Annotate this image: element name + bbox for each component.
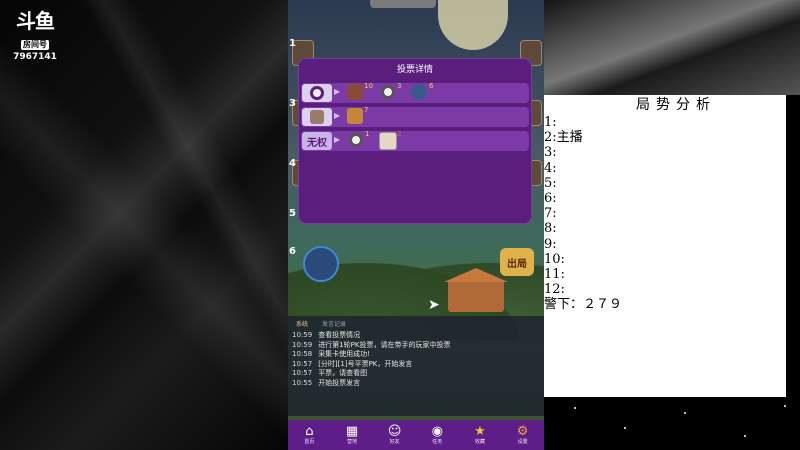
analysis-line: 12: [544, 282, 565, 298]
village-house [444, 268, 508, 312]
vote-count: 7 [364, 106, 369, 114]
player-avatar [347, 84, 363, 100]
task-icon: ◉ [431, 423, 443, 439]
chat-line: 10:58 采集卡使用成功! [292, 350, 370, 358]
friends-icon: ☺ [387, 423, 402, 439]
room-number-label: 房间号 [21, 40, 49, 50]
nav-favorite[interactable]: ★ 收藏 [464, 421, 496, 449]
analysis-line: 6: [544, 191, 557, 207]
star-icon: ★ [474, 423, 486, 439]
tab-system[interactable]: 系统 [296, 319, 308, 328]
analysis-line: 8: [544, 221, 557, 237]
analysis-line: 4: [544, 160, 557, 176]
situation-analysis-panel: 局势分析 1: 2:主播 3: 4: 5: 6: 7: 8: 9: 10: 11… [544, 95, 786, 397]
vote-detail-dialog: 投票详情 ▶ 10 3 6 ▶ 7 无权 ▶ 1 2 [298, 58, 532, 224]
analysis-line: 7: [544, 206, 557, 222]
game-screen: 1 3 4 5 6 出局 ➤ 投票详情 ▶ 10 3 6 ▶ 7 无权 ▶ [288, 0, 544, 450]
analysis-line: 11: [544, 267, 565, 283]
disc-icon [349, 133, 363, 147]
camp-icon: ▦ [345, 423, 359, 439]
vote-count: 3 [397, 82, 402, 90]
analysis-line: 3: [544, 145, 557, 161]
chat-line: 10:57 [分时][1]号平票PK，开始发言 [292, 359, 413, 368]
analysis-title: 局势分析 [636, 97, 716, 113]
vote-count: 6 [429, 82, 434, 90]
player-avatar [379, 132, 397, 150]
disc-icon [381, 85, 395, 99]
seat-number: 3 [289, 98, 296, 109]
analysis-line: 1: [544, 115, 557, 130]
mouse-cursor-icon: ➤ [428, 297, 440, 313]
voter-avatar [302, 108, 332, 126]
tab-speech-record[interactable]: 发言记录 [322, 319, 346, 328]
vote-count: 2 [397, 130, 402, 138]
moon-background [438, 0, 508, 50]
analysis-line: 9: [544, 236, 557, 252]
analysis-line: 警下：２７９ [544, 297, 623, 313]
voter-disc-icon [302, 84, 332, 102]
analysis-line: 2:主播 [544, 130, 583, 146]
douyu-logo: 斗鱼 房间号 7967141 [10, 9, 60, 62]
nav-task[interactable]: ◉ 任务 [421, 421, 453, 449]
seat-number: 5 [289, 208, 296, 219]
nav-settings[interactable]: ⚙ 设置 [507, 421, 539, 449]
vote-row: ▶ 7 [301, 106, 529, 127]
analysis-line: 10: [544, 251, 565, 267]
space-background [544, 397, 800, 450]
player-avatar [411, 84, 427, 100]
top-status-pill [370, 0, 436, 8]
vote-row: 无权 ▶ 1 2 [301, 130, 529, 151]
no-right-voter-label: 无权 [302, 132, 332, 150]
dialog-title: 投票详情 [396, 65, 433, 75]
arrow-icon: ▶ [334, 87, 341, 96]
stream-background-left [0, 0, 290, 450]
chat-line: 10:59 进行第1轮PK投票，请在带手的玩家中投票 [292, 340, 451, 349]
room-id: 7967141 [13, 52, 57, 62]
arrow-icon: ▶ [334, 111, 341, 120]
vote-count: 1 [365, 130, 370, 138]
nav-home[interactable]: ⌂ 首页 [293, 421, 325, 449]
arrow-icon: ▶ [334, 135, 341, 144]
stream-background-right [544, 0, 800, 95]
logo-brand-text: 斗鱼 [16, 9, 55, 33]
vote-target-avatar[interactable] [303, 246, 339, 282]
gear-icon: ⚙ [516, 423, 529, 439]
bottom-nav: ⌂ 首页 ▦ 营地 ☺ 好友 ◉ 任务 ★ 收藏 ⚙ 设置 [288, 420, 544, 450]
player-avatar [347, 108, 363, 124]
home-icon: ⌂ [305, 423, 314, 439]
analysis-line: 5: [544, 175, 557, 191]
seat-number: 4 [289, 158, 296, 169]
vote-count: 10 [364, 82, 373, 90]
seat-number: 1 [289, 38, 296, 49]
nav-friends[interactable]: ☺ 好友 [379, 421, 411, 449]
chat-line: 10:55 开始投票发言 [292, 378, 361, 387]
out-badge: 出局 [500, 248, 534, 276]
nav-camp[interactable]: ▦ 营地 [336, 421, 368, 449]
vote-row: ▶ 10 3 6 [301, 82, 529, 103]
chat-line: 10:57 平票，请查看图 [292, 369, 368, 377]
chat-log: 系统 发言记录 10:59 查看投票情况 10:59 进行第1轮PK投票，请在带手的… [288, 316, 544, 416]
chat-line: 10:59 查看投票情况 [292, 331, 361, 339]
